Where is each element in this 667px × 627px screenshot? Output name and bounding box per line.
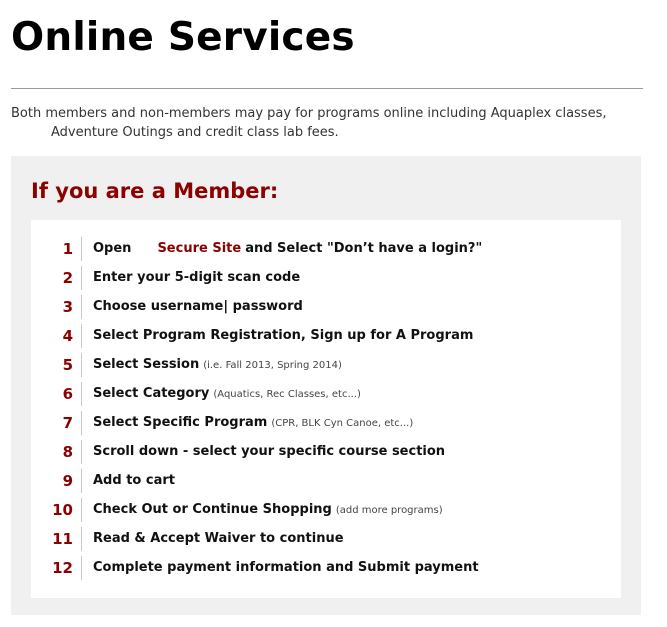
step-text: Select Session (i.e. Fall 2013, Spring 20… <box>93 356 342 375</box>
step-text-main: Select Category <box>93 386 210 401</box>
step-note: (i.e. Fall 2013, Spring 2014) <box>203 360 342 371</box>
member-panel: If you are a Member: 1 Open Secure Site an… <box>11 156 641 615</box>
intro-text: Both members and non-members may pay for… <box>11 104 651 142</box>
step-number: 5 <box>62 356 73 374</box>
step-9: 9 Add to cart <box>31 467 621 496</box>
step-number: 3 <box>62 298 73 316</box>
step-divider <box>81 353 82 377</box>
step-text: Read & Accept Waiver to continue <box>93 531 344 546</box>
step-text: Complete payment information and Submit … <box>93 560 479 575</box>
step-text: Choose username| password <box>93 299 303 314</box>
step-11: 11 Read & Accept Waiver to continue <box>31 525 621 554</box>
step-number: 4 <box>62 327 73 345</box>
step-note: (CPR, BLK Cyn Canoe, etc...) <box>271 418 414 429</box>
page-title: Online Services <box>11 15 355 60</box>
steps-list: 1 Open Secure Site and Select "Don’t have … <box>31 235 621 583</box>
step-5: 5 Select Session (i.e. Fall 2013, Spring … <box>31 351 621 380</box>
step-number: 12 <box>52 559 73 577</box>
step-text: Select Program Registration, Sign up for… <box>93 328 474 343</box>
step-divider <box>81 556 82 580</box>
step-number: 8 <box>62 443 73 461</box>
steps-card: 1 Open Secure Site and Select "Don’t have … <box>31 220 621 598</box>
step-number: 9 <box>62 472 73 490</box>
step-divider <box>81 498 82 522</box>
step-number: 10 <box>52 501 73 519</box>
step-7: 7 Select Specific Program (CPR, BLK Cyn C… <box>31 409 621 438</box>
step-text: Enter your 5-digit scan code <box>93 270 301 285</box>
step-number: 11 <box>52 530 73 548</box>
step-text: Select Specific Program (CPR, BLK Cyn Can… <box>93 414 413 433</box>
step-text-pre: Open <box>93 241 132 256</box>
step-divider <box>81 237 82 261</box>
step-2: 2 Enter your 5-digit scan code <box>31 264 621 293</box>
step-10: 10 Check Out or Continue Shopping (add mo… <box>31 496 621 525</box>
intro-line-2: Adventure Outings and credit class lab f… <box>51 125 339 140</box>
step-text: Check Out or Continue Shopping (add more … <box>93 501 443 520</box>
step-4: 4 Select Program Registration, Sign up f… <box>31 322 621 351</box>
step-text: Add to cart <box>93 473 175 488</box>
step-text-main: Check Out or Continue Shopping <box>93 502 332 517</box>
step-divider <box>81 527 82 551</box>
step-divider <box>81 411 82 435</box>
secure-site-link[interactable]: Secure Site <box>157 241 241 256</box>
step-text: Scroll down - select your specific cours… <box>93 444 446 459</box>
step-divider <box>81 440 82 464</box>
intro-line-1: Both members and non-members may pay for… <box>11 106 607 121</box>
step-3: 3 Choose username| password <box>31 293 621 322</box>
step-1: 1 Open Secure Site and Select "Don’t have … <box>31 235 621 264</box>
step-text-main: Select Session <box>93 357 200 372</box>
step-text-main: Select Specific Program <box>93 415 268 430</box>
step-number: 1 <box>62 240 73 258</box>
step-divider <box>81 382 82 406</box>
step-divider <box>81 324 82 348</box>
step-note: (Aquatics, Rec Classes, etc...) <box>213 389 361 400</box>
step-divider <box>81 295 82 319</box>
step-6: 6 Select Category (Aquatics, Rec Classes,… <box>31 380 621 409</box>
member-panel-heading: If you are a Member: <box>31 179 279 203</box>
step-text: Select Category (Aquatics, Rec Classes, e… <box>93 385 361 404</box>
title-divider <box>11 88 643 89</box>
step-8: 8 Scroll down - select your specific cou… <box>31 438 621 467</box>
step-12: 12 Complete payment information and Subm… <box>31 554 621 583</box>
step-number: 6 <box>62 385 73 403</box>
step-text: Open Secure Site and Select "Don’t have a … <box>93 240 482 258</box>
step-divider <box>81 469 82 493</box>
step-note: (add more programs) <box>335 505 443 516</box>
step-text-post: and Select "Don’t have a login?" <box>245 241 483 256</box>
step-number: 2 <box>62 269 73 287</box>
step-divider <box>81 266 82 290</box>
step-number: 7 <box>62 414 73 432</box>
